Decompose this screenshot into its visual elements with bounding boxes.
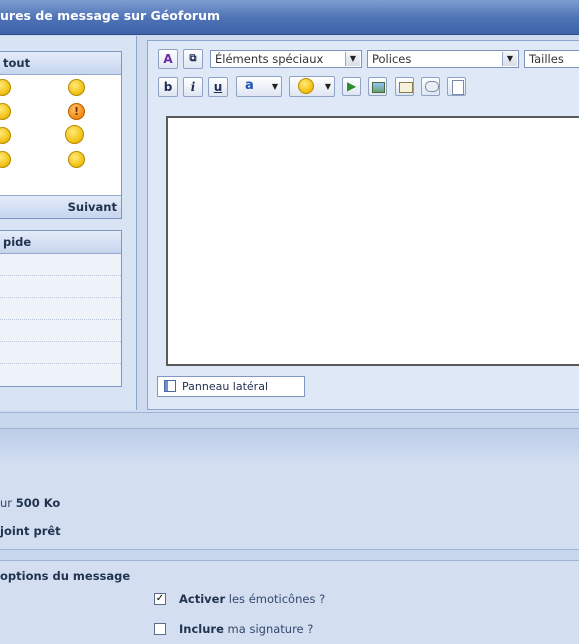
attachment-ready-status: joint prêt [0, 524, 61, 538]
include-signature-bold: Inclure [179, 622, 224, 636]
insert-email-button[interactable] [395, 77, 414, 96]
remove-format-button[interactable]: A [158, 49, 178, 69]
smilies-box: tout ! Suivant [0, 51, 122, 219]
font-color-label: a [245, 78, 254, 93]
code-page-icon [452, 80, 464, 95]
size-value: Tailles [529, 52, 564, 66]
side-panel-button[interactable]: Panneau latéral [157, 376, 305, 397]
smiley-icon [298, 78, 314, 94]
list-item[interactable] [0, 320, 121, 342]
options-header: options du message [0, 569, 130, 583]
quick-box: pide [0, 230, 122, 387]
panel-icon [164, 380, 176, 392]
next-link[interactable]: Suivant [68, 200, 117, 214]
include-signature-label: Inclure ma signature ? [179, 622, 313, 636]
special-elements-value: Éléments spéciaux [215, 52, 324, 66]
chevron-down-icon: ▼ [502, 52, 517, 66]
attachments-band: ur 500 Ko joint prêt [0, 428, 579, 550]
page-title: ures de message sur Géoforum [0, 8, 221, 23]
enable-smilies-bold: Activer [179, 592, 226, 606]
size-prefix: ur [0, 496, 16, 510]
smilies-footer: Suivant [0, 195, 121, 218]
ready-text: joint prêt [0, 524, 61, 538]
smiley-neutral-icon[interactable] [0, 151, 11, 168]
insert-code-button[interactable] [447, 77, 466, 96]
insert-quote-button[interactable] [421, 77, 440, 96]
title-bar: ures de message sur Géoforum [0, 0, 579, 35]
insert-image-button[interactable] [368, 77, 387, 96]
attachment-size-info: ur 500 Ko [0, 496, 60, 510]
quick-header-label: pide [3, 235, 32, 249]
font-color-button[interactable]: a ▼ [236, 76, 282, 97]
smiley-grin-icon[interactable] [0, 79, 11, 96]
list-item[interactable] [0, 364, 121, 385]
smiley-laugh-icon[interactable] [0, 103, 11, 120]
enable-smilies-label: Activer les émoticônes ? [179, 592, 325, 606]
switch-mode-button[interactable]: ⧉ [183, 49, 203, 69]
emoticon-dropdown-button[interactable]: ▼ [289, 76, 335, 97]
quick-box-header: pide [0, 231, 121, 254]
list-item[interactable] [0, 298, 121, 320]
enable-smilies-text: les émoticônes ? [225, 592, 326, 606]
insert-link-button[interactable]: ▶ [342, 77, 361, 96]
bold-button[interactable]: b [158, 77, 178, 97]
message-textarea[interactable] [166, 116, 579, 366]
smiley-thumbs-up-icon[interactable] [65, 125, 84, 144]
link-play-icon: ▶ [347, 79, 357, 93]
list-item[interactable] [0, 276, 121, 298]
image-icon [372, 82, 385, 93]
options-header-label: options du message [0, 569, 131, 583]
font-select[interactable]: Polices ▼ [367, 50, 519, 68]
chevron-down-icon: ▼ [324, 82, 331, 91]
underline-button[interactable]: u [208, 77, 228, 97]
smiley-cool-icon[interactable] [68, 79, 85, 96]
size-value: 500 Ko [15, 496, 61, 510]
list-item[interactable] [0, 342, 121, 364]
speech-bubble-icon [425, 81, 439, 92]
smilies-box-header: tout [0, 52, 121, 75]
include-signature-checkbox[interactable] [154, 623, 166, 635]
italic-button[interactable]: i [183, 77, 203, 97]
font-value: Polices [372, 52, 412, 66]
message-options-band: options du message ✓ Activer les émoticô… [0, 560, 579, 644]
chevron-down-icon: ▼ [271, 82, 278, 91]
special-elements-select[interactable]: Éléments spéciaux ▼ [210, 50, 362, 68]
smiley-smile-icon[interactable] [0, 127, 11, 144]
side-panel-label: Panneau latéral [182, 380, 268, 393]
smilies-header-label: tout [3, 56, 31, 70]
chevron-down-icon: ▼ [345, 52, 360, 66]
enable-smilies-checkbox[interactable]: ✓ [154, 593, 166, 605]
smiley-exclamation-icon[interactable]: ! [68, 103, 85, 120]
envelope-icon [399, 82, 413, 93]
list-item[interactable] [0, 254, 121, 276]
include-signature-text: ma signature ? [223, 622, 314, 636]
size-select[interactable]: Tailles [524, 50, 579, 68]
smiley-confused-icon[interactable] [68, 151, 85, 168]
